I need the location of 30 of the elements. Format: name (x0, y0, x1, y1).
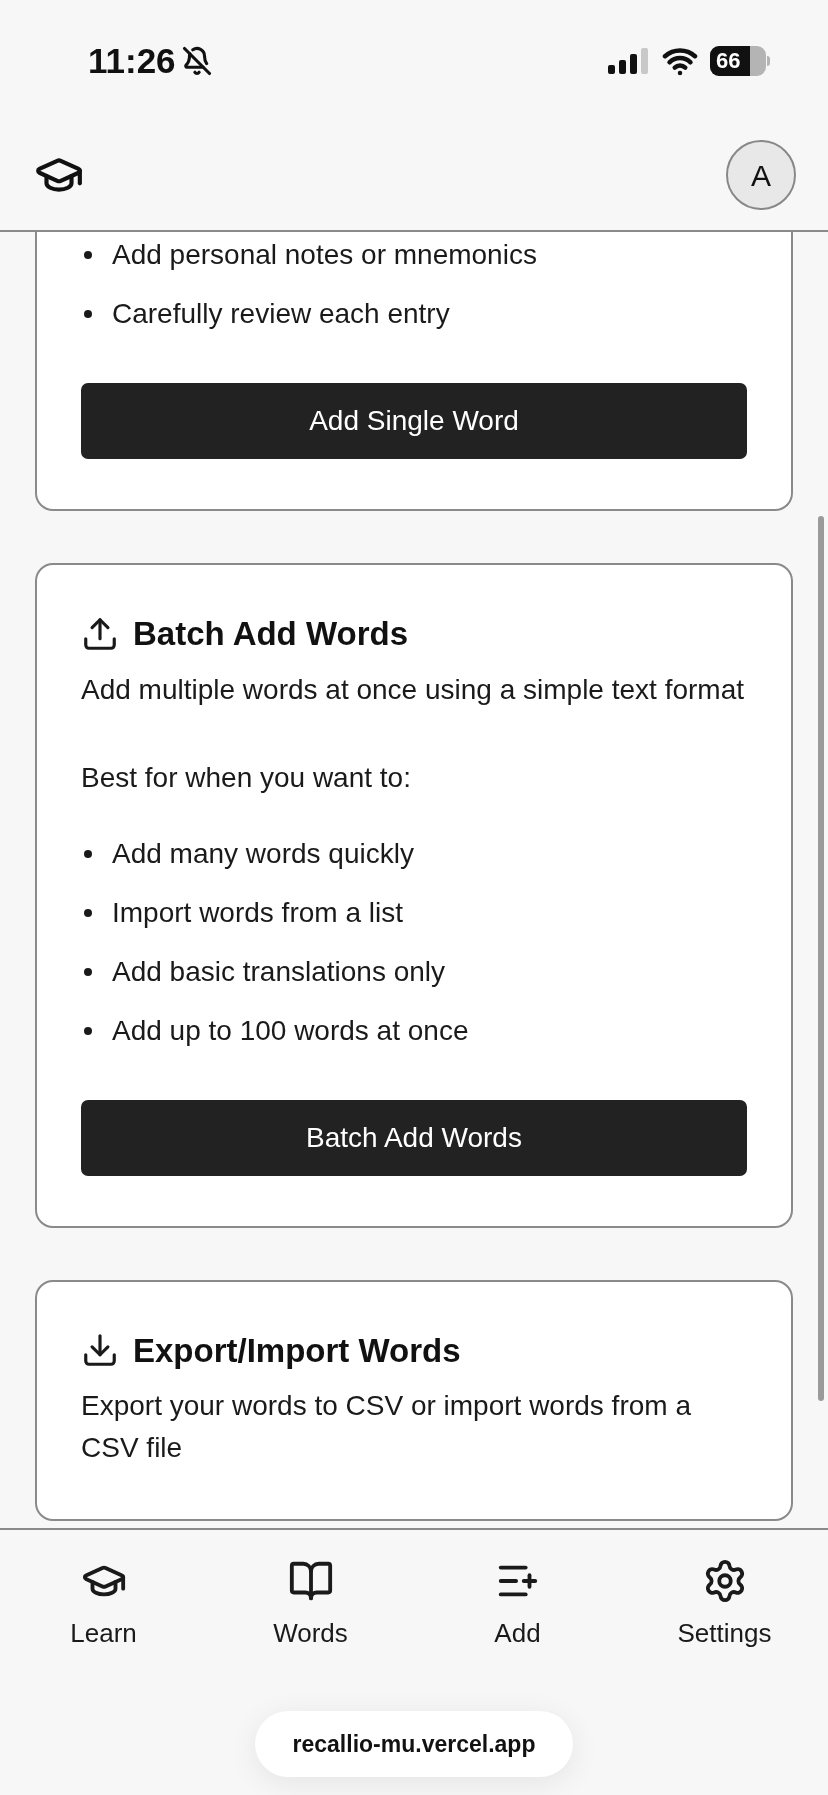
scrollbar[interactable] (818, 516, 824, 1401)
card-description: Export your words to CSV or import words from a CSV file (81, 1389, 692, 1465)
nav-tab[interactable]: Settings (621, 1558, 828, 1653)
avatar[interactable]: A (726, 140, 796, 210)
bullet-icon (84, 967, 92, 976)
card-title: Batch Add Words (133, 614, 408, 654)
card-title: Export/Import Words (133, 1330, 461, 1371)
battery-icon: 66 (710, 46, 766, 76)
bullet-icon (84, 251, 92, 259)
status-time: 11:26 (88, 39, 176, 82)
nav-tab[interactable]: Add (414, 1558, 621, 1653)
bullet-text: Add up to 100 words at once (112, 1013, 469, 1048)
bullet-icon (84, 1026, 92, 1035)
bullet-text: Add many words quickly (112, 836, 414, 871)
card-description: Add multiple words at once using a simple text format (81, 672, 745, 707)
nav-tab[interactable]: Words (207, 1558, 414, 1653)
signal-icon (608, 48, 650, 74)
bell-off-icon (181, 46, 212, 76)
bullet-text: Carefully review each entry (112, 297, 450, 331)
primary-button[interactable]: Add Single Word (81, 383, 747, 459)
url-pill[interactable]: recallio-mu.vercel.app (254, 1711, 574, 1777)
primary-button[interactable]: Batch Add Words (81, 1099, 747, 1176)
bullet-text: Add personal notes or mnemonics (112, 238, 537, 272)
card-intro: Best for when you want to: (81, 760, 412, 795)
nav-tab[interactable]: Learn (0, 1558, 207, 1653)
bullet-icon (84, 310, 92, 318)
bullet-icon (84, 908, 92, 917)
bullet-text: Import words from a list (112, 895, 403, 930)
bullet-icon (84, 849, 92, 858)
bullet-text: Add basic translations only (112, 954, 446, 989)
